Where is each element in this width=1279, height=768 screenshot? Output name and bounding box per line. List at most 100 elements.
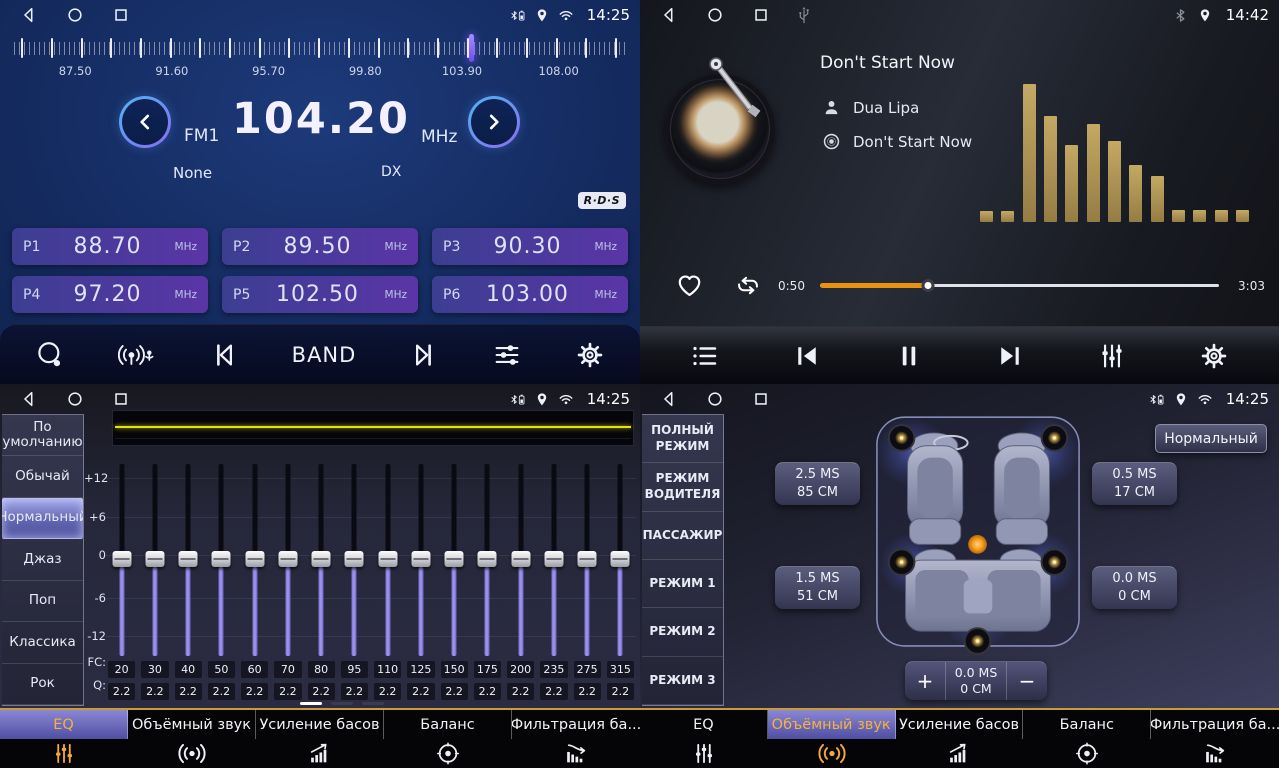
eq-band-slider[interactable]	[572, 460, 603, 658]
tab-bass-filter[interactable]: Фильтрация ба...	[512, 710, 640, 768]
listening-mode-item[interactable]: ПОЛНЫЙ РЕЖИМ	[642, 415, 723, 463]
nav-home-icon[interactable]	[66, 390, 84, 408]
slider-thumb[interactable]	[544, 551, 563, 567]
listening-mode-item[interactable]: РЕЖИМ 2	[642, 608, 723, 656]
slider-thumb[interactable]	[212, 551, 231, 567]
eq-band-slider[interactable]	[605, 460, 636, 658]
nav-recents-icon[interactable]	[752, 6, 770, 24]
tune-previous-icon[interactable]	[209, 340, 239, 370]
playlist-icon[interactable]	[690, 341, 720, 371]
settings-gear-icon[interactable]	[575, 340, 605, 370]
listening-mode-item[interactable]: РЕЖИМ ВОДИТЕЛЯ	[642, 463, 723, 511]
eq-band-slider[interactable]	[439, 460, 470, 658]
listening-mode-item[interactable]: РЕЖИМ 1	[642, 560, 723, 608]
eq-band-slider[interactable]	[505, 460, 536, 658]
equalizer-icon[interactable]	[1097, 341, 1127, 371]
eq-band-slider[interactable]	[372, 460, 403, 658]
eq-preset-item[interactable]: По умолчанию	[2, 415, 83, 456]
eq-band-slider[interactable]	[306, 460, 337, 658]
delay-front-right[interactable]: 0.5 MS 17 CM	[1092, 462, 1177, 505]
slider-thumb[interactable]	[511, 551, 530, 567]
tab-bass-boost[interactable]: Усиление басов	[896, 710, 1024, 768]
nav-back-icon[interactable]	[660, 390, 678, 408]
eq-band-slider[interactable]	[272, 460, 303, 658]
delay-front-left[interactable]: 2.5 MS 85 CM	[775, 462, 860, 505]
nav-back-icon[interactable]	[20, 390, 38, 408]
seek-up-button[interactable]	[468, 96, 520, 148]
listening-mode-item[interactable]: РЕЖИМ 3	[642, 657, 723, 705]
band-button[interactable]: BAND	[292, 343, 357, 367]
preset-button[interactable]: P289.50MHz	[222, 228, 418, 265]
tab-balance[interactable]: Баланс	[1023, 710, 1151, 768]
sound-profile-button[interactable]: Нормальный	[1155, 424, 1267, 453]
preset-button[interactable]: P6103.00MHz	[432, 276, 628, 313]
eq-band-slider[interactable]	[339, 460, 370, 658]
slider-thumb[interactable]	[312, 551, 331, 567]
eq-preset-item[interactable]: Классика	[2, 622, 83, 663]
slider-thumb[interactable]	[345, 551, 364, 567]
repeat-icon[interactable]	[734, 272, 762, 299]
slider-thumb[interactable]	[179, 551, 198, 567]
tab-bass-filter[interactable]: Фильтрация ба...	[1151, 710, 1279, 768]
slider-thumb[interactable]	[145, 551, 164, 567]
tab-eq[interactable]: EQ	[640, 710, 768, 768]
slider-thumb[interactable]	[611, 551, 630, 567]
slider-thumb[interactable]	[112, 551, 131, 567]
slider-thumb[interactable]	[245, 551, 264, 567]
favorite-heart-icon[interactable]	[676, 272, 703, 299]
preset-button[interactable]: P390.30MHz	[432, 228, 628, 265]
tab-balance[interactable]: Баланс	[384, 710, 512, 768]
slider-thumb[interactable]	[378, 551, 397, 567]
eq-band-slider[interactable]	[405, 460, 436, 658]
nav-recents-icon[interactable]	[112, 390, 130, 408]
pause-icon[interactable]	[894, 341, 924, 371]
nav-recents-icon[interactable]	[752, 390, 770, 408]
tab-surround-sound[interactable]: Объёмный звук	[128, 710, 256, 768]
nav-recents-icon[interactable]	[112, 6, 130, 24]
scan-icon[interactable]	[35, 340, 65, 370]
nav-home-icon[interactable]	[706, 6, 724, 24]
nav-back-icon[interactable]	[660, 6, 678, 24]
next-track-icon[interactable]	[995, 341, 1025, 371]
delay-decrease-button[interactable]: −	[1007, 662, 1047, 700]
slider-thumb[interactable]	[278, 551, 297, 567]
eq-band-slider[interactable]	[472, 460, 503, 658]
eq-band-slider[interactable]	[206, 460, 237, 658]
tune-next-icon[interactable]	[409, 340, 439, 370]
previous-track-icon[interactable]	[792, 341, 822, 371]
preset-button[interactable]: P497.20MHz	[12, 276, 208, 313]
eq-band-slider[interactable]	[239, 460, 270, 658]
settings-gear-icon[interactable]	[1199, 341, 1229, 371]
slider-thumb[interactable]	[411, 551, 430, 567]
nav-back-icon[interactable]	[20, 6, 38, 24]
slider-thumb[interactable]	[578, 551, 597, 567]
nav-home-icon[interactable]	[706, 390, 724, 408]
eq-band-slider[interactable]	[106, 460, 137, 658]
eq-band-slider[interactable]	[139, 460, 170, 658]
seek-bar-thumb[interactable]	[921, 279, 934, 292]
eq-band-slider[interactable]	[173, 460, 204, 658]
preset-button[interactable]: P188.70MHz	[12, 228, 208, 265]
eq-preset-item[interactable]: Рок	[2, 664, 83, 705]
eq-preset-item[interactable]: Нормальный	[2, 498, 83, 539]
tab-eq[interactable]: EQ	[0, 710, 128, 768]
album-art[interactable]	[665, 74, 775, 184]
tab-surround-sound[interactable]: Объёмный звук	[768, 710, 896, 768]
tab-bass-boost[interactable]: Усиление басов	[256, 710, 384, 768]
delay-rear-right[interactable]: 0.0 MS 0 CM	[1092, 566, 1177, 609]
eq-preset-item[interactable]: Джаз	[2, 539, 83, 580]
slider-thumb[interactable]	[478, 551, 497, 567]
slider-thumb[interactable]	[445, 551, 464, 567]
listening-mode-item[interactable]: ПАССАЖИР	[642, 512, 723, 560]
seek-bar[interactable]	[820, 284, 1219, 287]
broadcast-region-icon[interactable]	[118, 340, 156, 370]
preset-button[interactable]: P5102.50MHz	[222, 276, 418, 313]
nav-home-icon[interactable]	[66, 6, 84, 24]
delay-rear-left[interactable]: 1.5 MS 51 CM	[775, 566, 860, 609]
eq-preset-item[interactable]: Поп	[2, 581, 83, 622]
frequency-scale[interactable]: 87.5091.6095.7099.80103.90108.00	[0, 30, 640, 88]
delay-increase-button[interactable]: +	[905, 662, 945, 700]
seek-down-button[interactable]	[119, 96, 171, 148]
eq-band-slider[interactable]	[538, 460, 569, 658]
eq-preset-item[interactable]: Обычай	[2, 456, 83, 497]
